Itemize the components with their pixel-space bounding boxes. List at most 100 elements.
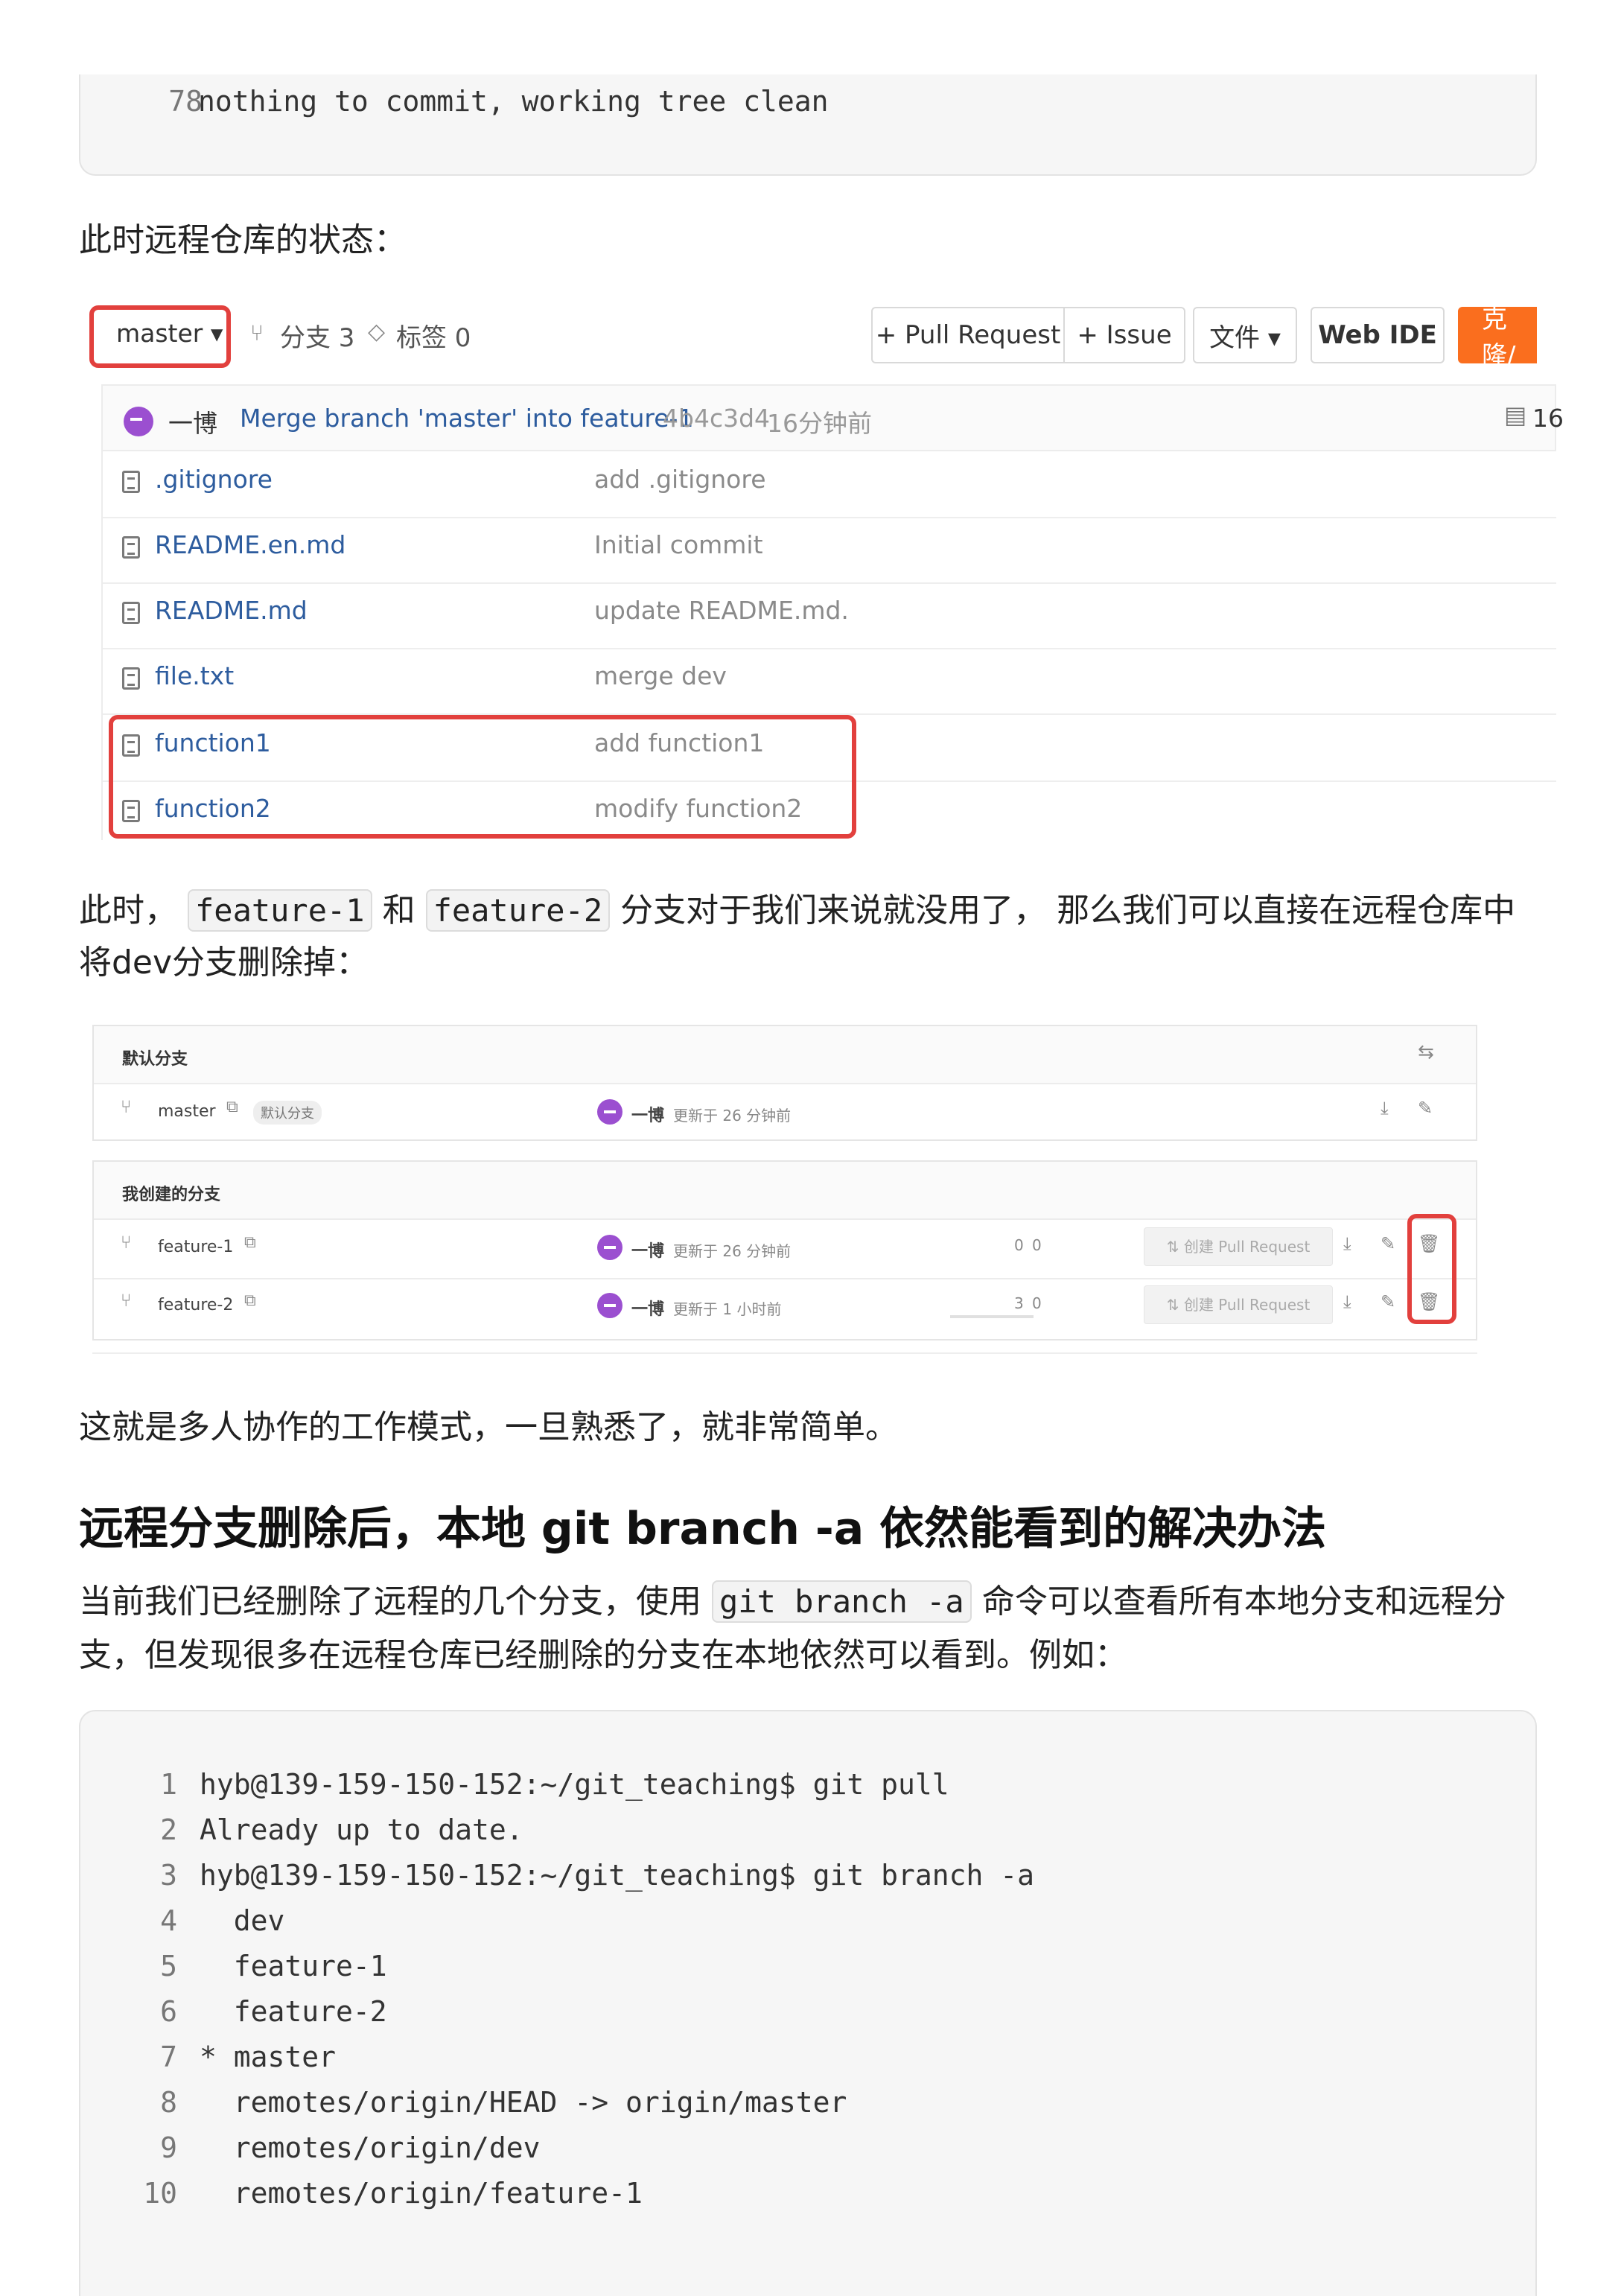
panel-header <box>94 1026 1476 1084</box>
branch-selector[interactable]: master ▾ <box>116 319 223 348</box>
code-line: hyb@139-159-150-152:~/git_teaching$ git … <box>200 1768 949 1801</box>
code-line: Already up to date. <box>200 1813 523 1846</box>
create-pull-request-button[interactable]: ⇅ 创建 Pull Request <box>1144 1285 1333 1324</box>
copy-icon[interactable]: ⧉ <box>244 1291 256 1310</box>
commit-hash[interactable]: 4b4c3d4 <box>663 404 770 433</box>
commit-header: 一博 Merge branch 'master' into feature-1 … <box>101 384 1564 451</box>
para4-text-1: 当前我们已经删除了远程的几个分支，使用 <box>79 1583 701 1621</box>
behind-count: 3 <box>1014 1294 1024 1312</box>
branch-icon: ⑂ <box>250 320 264 346</box>
paragraph-useless-branches-line2: 将dev分支删除掉： <box>79 944 369 982</box>
download-icon[interactable]: ⤓ <box>1343 1291 1351 1312</box>
file-row[interactable]: README.md update README.md. <box>101 582 1556 649</box>
panel-header <box>94 1162 1476 1220</box>
file-commit-message[interactable]: update README.md. <box>594 596 849 625</box>
edit-icon[interactable]: ✎ <box>1381 1291 1395 1312</box>
file-row[interactable]: README.en.md Initial commit <box>101 517 1556 584</box>
copy-icon[interactable]: ⧉ <box>226 1098 238 1116</box>
tags-count[interactable]: 标签 0 <box>396 317 471 354</box>
file-name[interactable]: README.en.md <box>155 530 346 559</box>
highlight-function-files <box>109 715 856 839</box>
download-icon[interactable]: ⤓ <box>1381 1098 1389 1119</box>
panel-bottom-edge <box>92 1352 1477 1357</box>
ahead-count: 0 <box>1032 1236 1042 1254</box>
files-button[interactable]: 文件 ▾ <box>1193 307 1297 363</box>
ahead-count: 0 <box>1032 1294 1042 1312</box>
switch-icon[interactable]: ⇆ <box>1418 1041 1434 1063</box>
line-number: 2 <box>160 1813 177 1846</box>
paragraph-branch-a: 当前我们已经删除了远程的几个分支，使用 git branch -a 命令可以查看… <box>79 1574 1506 1623</box>
edit-icon[interactable]: ✎ <box>1381 1233 1395 1254</box>
commit-message[interactable]: Merge branch 'master' into feature-1 <box>240 404 693 433</box>
code-line: hyb@139-159-150-152:~/git_teaching$ git … <box>200 1859 1035 1892</box>
web-ide-button[interactable]: Web IDE <box>1311 307 1445 363</box>
line-number: 10 <box>143 2177 177 2210</box>
branch-icon: ⑂ <box>121 1290 132 1311</box>
author-name[interactable]: 一博 <box>631 1296 664 1320</box>
commits-icon: ▤ <box>1504 401 1527 429</box>
code-line: * master <box>200 2041 337 2073</box>
file-row[interactable]: .gitignore add .gitignore <box>101 451 1556 518</box>
code-block-bottom: 1 hyb@139-159-150-152:~/git_teaching$ gi… <box>79 1710 1537 2296</box>
my-branches-panel: 我创建的分支 ⑂ feature-1 ⧉ 一博 更新于 26 分钟前 0 0 ⇅… <box>92 1160 1477 1341</box>
author-avatar <box>124 407 153 436</box>
code-line: feature-1 <box>200 1950 387 1982</box>
file-name[interactable]: .gitignore <box>155 465 273 494</box>
code-line: remotes/origin/dev <box>200 2131 541 2164</box>
file-icon <box>122 536 140 559</box>
commits-count[interactable]: 16 <box>1532 404 1564 433</box>
file-name[interactable]: file.txt <box>155 661 234 690</box>
file-row[interactable]: file.txt merge dev <box>101 648 1556 715</box>
default-branch-panel: 默认分支 ⇆ ⑂ master ⧉ 默认分支 一博 更新于 26 分钟前 ⤓ ✎ <box>92 1025 1477 1141</box>
pr-label: 创建 Pull Request <box>1183 1238 1311 1256</box>
file-icon <box>122 471 140 493</box>
para2-text-3: 分支对于我们来说就没用了， 那么我们可以直接在远程仓库中 <box>620 891 1516 929</box>
code-line: nothing to commit, working tree clean <box>198 85 829 118</box>
line-number: 7 <box>160 2041 177 2073</box>
line-number: 8 <box>160 2086 177 2119</box>
para4-text-2: 命令可以查看所有本地分支和远程分 <box>981 1583 1506 1621</box>
behind-bar <box>950 1315 1034 1318</box>
inline-code-git-branch-a: git branch -a <box>712 1580 972 1623</box>
branch-name[interactable]: feature-2 <box>158 1296 233 1314</box>
branch-name-master[interactable]: master <box>158 1102 216 1121</box>
author-avatar <box>597 1099 622 1125</box>
section-heading: 远程分支删除后，本地 git branch -a 依然能看到的解决办法 <box>79 1503 1327 1555</box>
file-name[interactable]: README.md <box>155 596 308 625</box>
issue-button[interactable]: + Issue <box>1063 307 1185 363</box>
clone-button[interactable]: 克隆/ <box>1458 305 1537 371</box>
branch-name[interactable]: feature-1 <box>158 1238 233 1256</box>
file-commit-message[interactable]: Initial commit <box>594 530 763 559</box>
line-number: 9 <box>160 2131 177 2164</box>
pull-request-icon: ⇅ <box>1166 1296 1184 1314</box>
line-number: 3 <box>160 1859 177 1892</box>
branches-count[interactable]: 分支 3 <box>280 317 354 354</box>
para2-text-1: 此时， <box>79 891 177 929</box>
branch-icon: ⑂ <box>121 1096 132 1117</box>
edit-icon[interactable]: ✎ <box>1418 1098 1433 1119</box>
copy-icon[interactable]: ⧉ <box>244 1233 256 1252</box>
create-pull-request-button[interactable]: ⇅ 创建 Pull Request <box>1144 1227 1333 1266</box>
row-divider <box>94 1278 1476 1279</box>
pr-label: 创建 Pull Request <box>1183 1296 1311 1314</box>
commit-author[interactable]: 一博 <box>168 404 217 439</box>
author-avatar <box>597 1235 622 1260</box>
author-avatar <box>597 1293 622 1318</box>
file-commit-message[interactable]: add .gitignore <box>594 465 766 494</box>
code-line: feature-2 <box>200 1995 387 2028</box>
updated-time: 更新于 26 分钟前 <box>673 1242 792 1260</box>
file-commit-message[interactable]: merge dev <box>594 661 727 690</box>
download-icon[interactable]: ⤓ <box>1343 1233 1351 1254</box>
inline-code-feature-1: feature-1 <box>188 889 372 932</box>
pull-request-button[interactable]: + Pull Request <box>871 307 1065 363</box>
author-name[interactable]: 一博 <box>631 1238 664 1262</box>
code-line: remotes/origin/HEAD -> origin/master <box>200 2086 847 2119</box>
paragraph-remote-status: 此时远程仓库的状态： <box>79 221 407 259</box>
author-name[interactable]: 一博 <box>631 1102 664 1126</box>
code-line: dev <box>200 1904 285 1937</box>
default-branch-badge: 默认分支 <box>253 1101 322 1125</box>
line-number: 4 <box>160 1904 177 1937</box>
file-icon <box>122 667 140 690</box>
highlight-delete-buttons <box>1407 1214 1456 1324</box>
branch-icon: ⑂ <box>121 1232 132 1253</box>
